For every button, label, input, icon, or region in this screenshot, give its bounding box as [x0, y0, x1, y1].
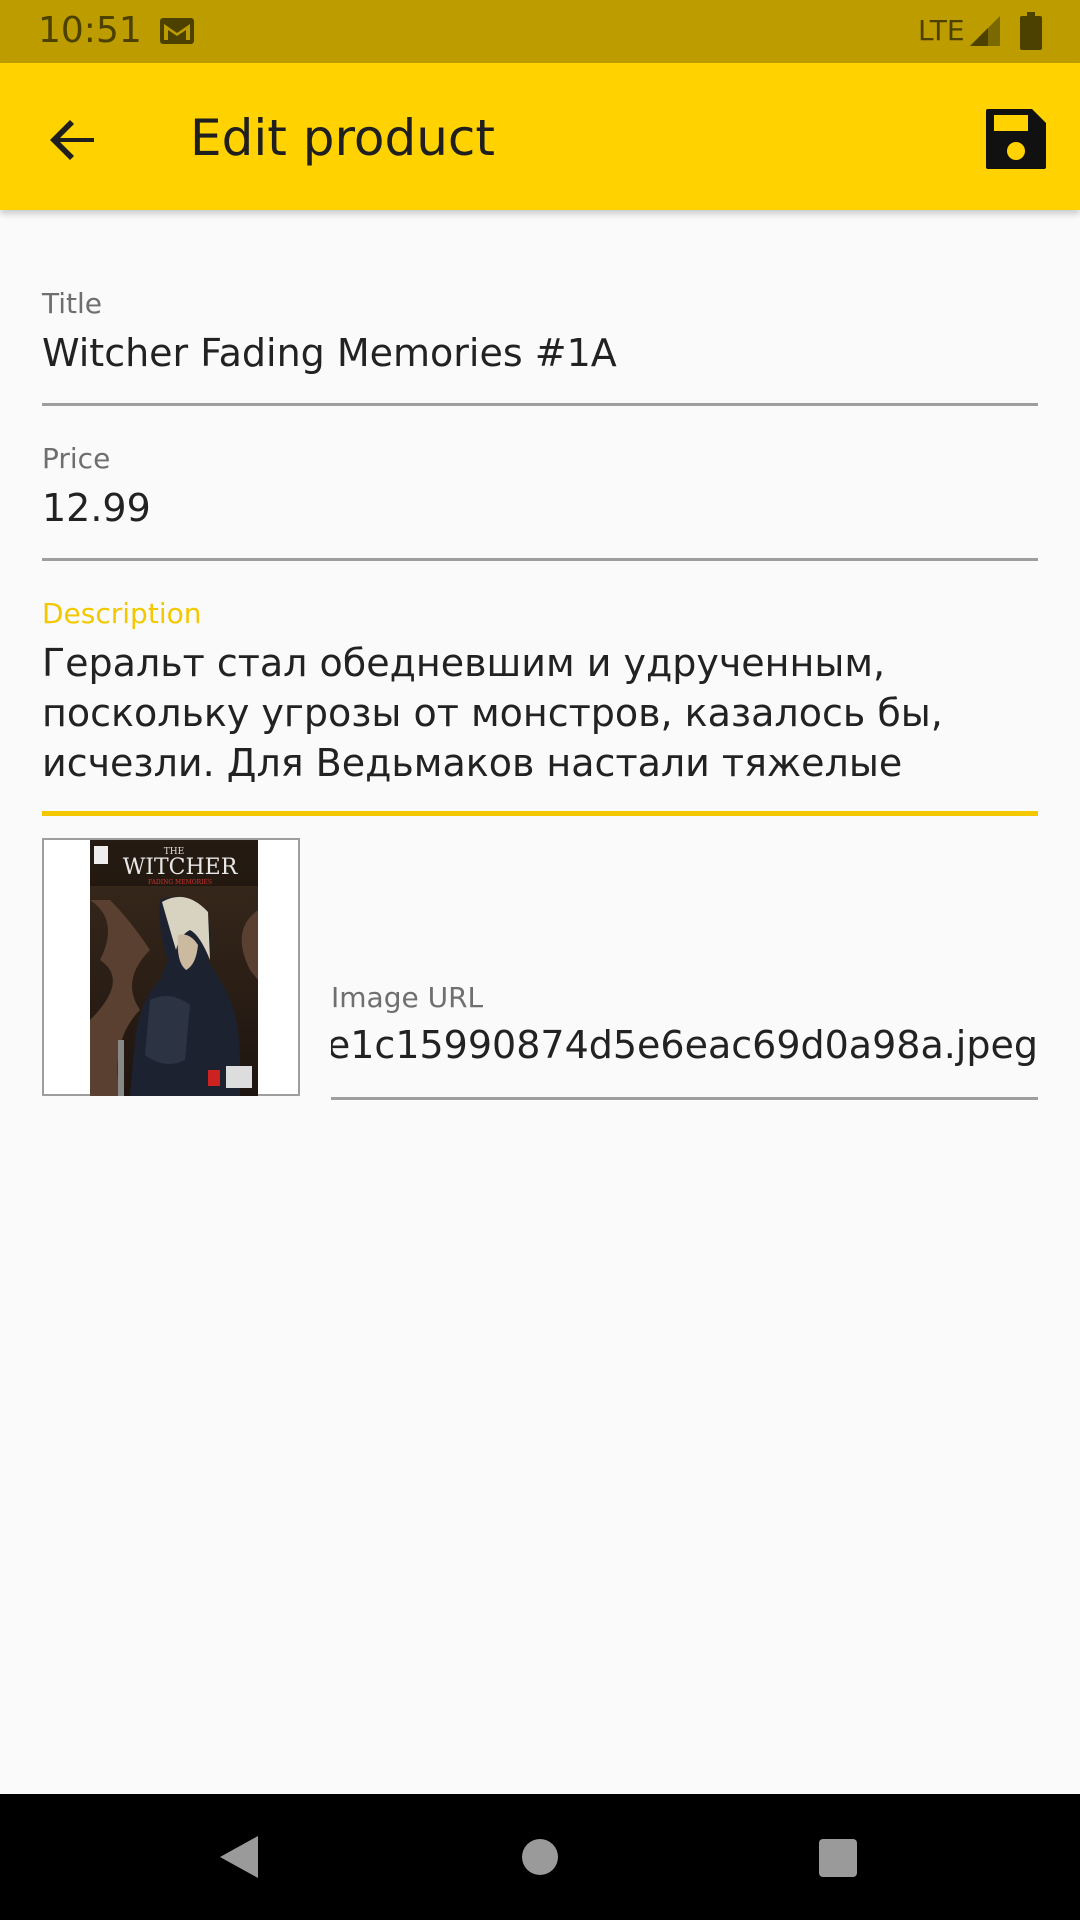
product-image-preview[interactable]: THE WITCHER FADING MEMORIES — [42, 838, 300, 1096]
signal-icon — [970, 16, 1000, 46]
description-field[interactable]: Description Геральт стал обедневшим и уд… — [42, 596, 1038, 820]
price-input[interactable]: 12.99 — [42, 483, 1038, 533]
nav-home-icon[interactable] — [521, 1838, 559, 1876]
cover-title-text: WITCHER — [123, 855, 239, 880]
image-url-value: 5e1c15990874d5e6eac69d0a98a.jpeg — [331, 1023, 1038, 1067]
title-underline — [42, 403, 1038, 406]
title-input[interactable]: Witcher Fading Memories #1A — [42, 328, 1038, 378]
nav-back-icon[interactable] — [218, 1834, 260, 1880]
comic-cover-image: THE WITCHER FADING MEMORIES — [90, 840, 258, 1096]
save-icon[interactable] — [982, 105, 1050, 173]
arrow-back-icon[interactable] — [38, 105, 108, 175]
description-input[interactable]: Геральт стал обедневшим и удрученным, по… — [42, 638, 1038, 788]
description-underline — [42, 811, 1038, 816]
status-bar: 10:51 LTE — [0, 0, 1080, 63]
nav-recents-icon[interactable] — [818, 1838, 858, 1878]
image-url-field[interactable]: Image URL 5e1c15990874d5e6eac69d0a98a.jp… — [331, 980, 1038, 1102]
price-label: Price — [42, 442, 111, 475]
title-label: Title — [42, 287, 103, 320]
image-url-input[interactable]: 5e1c15990874d5e6eac69d0a98a.jpeg — [331, 1020, 1038, 1070]
description-label: Description — [42, 597, 202, 630]
price-field[interactable]: Price 12.99 — [42, 441, 1038, 563]
navigation-bar — [0, 1794, 1080, 1920]
battery-icon — [1020, 12, 1042, 50]
cover-subtitle-text: FADING MEMORIES — [148, 879, 212, 886]
price-underline — [42, 558, 1038, 561]
title-field[interactable]: Title Witcher Fading Memories #1A — [42, 286, 1038, 408]
gmail-icon — [160, 18, 194, 44]
page-title: Edit product — [190, 109, 496, 167]
image-url-underline — [331, 1097, 1038, 1100]
app-bar: Edit product — [0, 63, 1080, 210]
status-time: 10:51 — [38, 10, 142, 51]
image-url-label: Image URL — [331, 981, 484, 1014]
network-type: LTE — [918, 14, 965, 47]
